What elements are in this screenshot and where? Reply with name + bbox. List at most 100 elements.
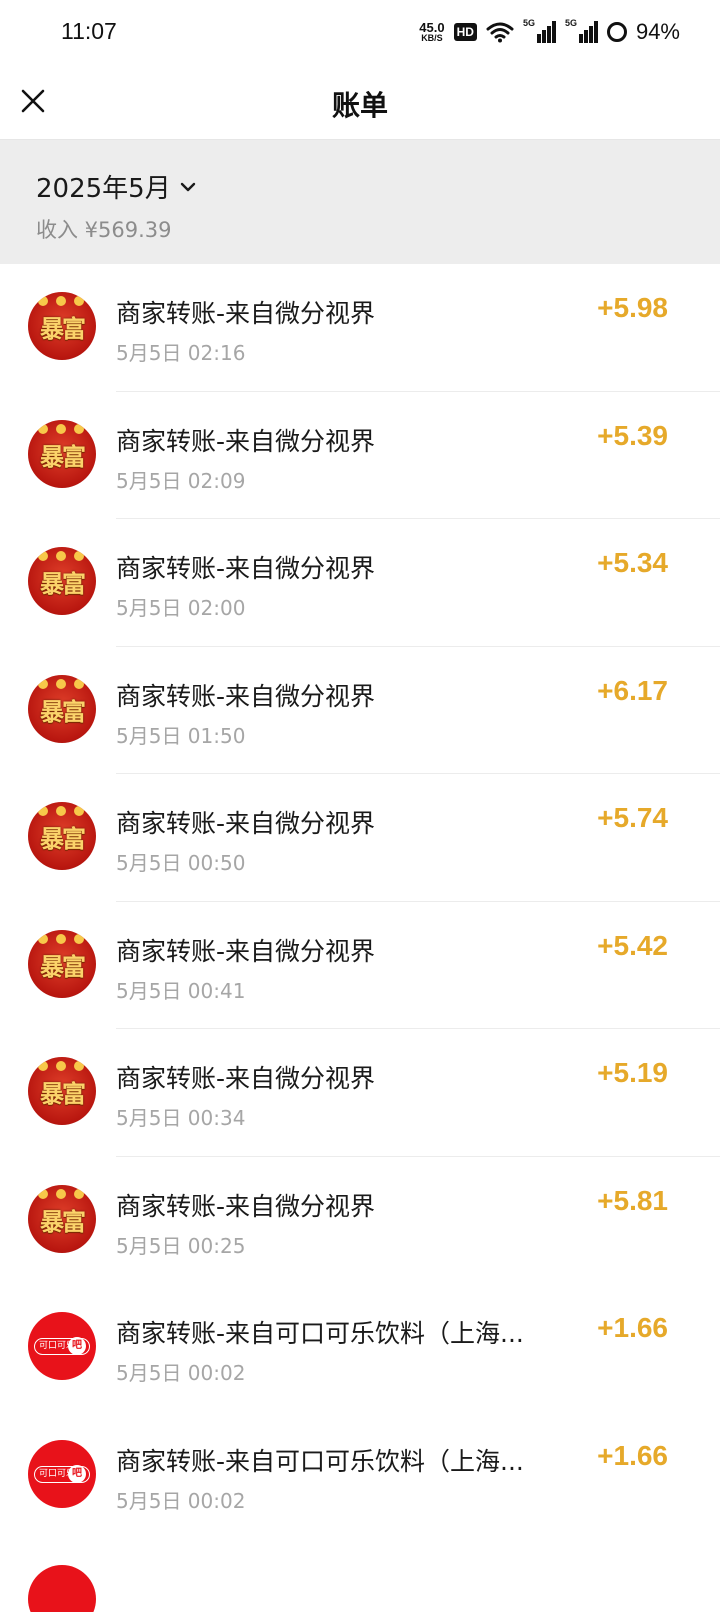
transaction-time: 5月5日 00:50 [116, 851, 246, 875]
transaction-title: 商家转账-来自微分视界 [116, 426, 376, 456]
transaction-title: 商家转账-来自可口可乐饮料（上海... [116, 1446, 524, 1476]
lantern-dot [56, 1061, 66, 1071]
fortune-avatar: 暴富 [28, 1184, 96, 1253]
status-icons: 45.0 KB/S HD 5G 5G 94% [419, 17, 680, 47]
transaction-row[interactable]: 暴富 商家转账-来自微分视界 5月5日 02:00 +5.34 [0, 519, 720, 647]
transaction-amount: +5.98 [597, 292, 668, 323]
transaction-time: 5月5日 00:34 [116, 1106, 246, 1130]
lantern-dot [56, 933, 66, 944]
battery-percent: 94% [635, 19, 680, 44]
lantern-dot [74, 806, 84, 816]
lantern-dot [74, 1061, 84, 1071]
avatar-text: 暴富 [40, 951, 86, 981]
transaction-title: 商家转账-来自可口可乐饮料（上海... [116, 1319, 524, 1348]
avatar-text: 可口可乐吧 [34, 1464, 90, 1483]
transaction-row[interactable]: 可口可乐吧 商家转账-来自可口可乐饮料（上海... 5月5日 00:02 +1.66 [0, 1284, 720, 1412]
status-bar: 11:07 45.0 KB/S HD 5G 5G 94% [0, 0, 720, 64]
lantern-dot [38, 1061, 48, 1071]
fortune-avatar: 暴富 [28, 292, 96, 360]
transaction-row[interactable]: 暴富 商家转账-来自微分视界 5月5日 00:34 +5.19 [0, 1029, 720, 1157]
transaction-title: 商家转账-来自微分视界 [116, 299, 376, 328]
lantern-dot [38, 296, 48, 306]
transaction-title: 商家转账-来自微分视界 [116, 936, 376, 966]
lantern-dot [56, 678, 66, 689]
transaction-time: 5月5日 02:00 [116, 596, 246, 620]
transaction-amount: +5.34 [597, 547, 668, 578]
transaction-row[interactable]: 暴富 商家转账-来自微分视界 5月5日 02:16 +5.98 [0, 264, 720, 392]
wifi-icon [486, 22, 514, 43]
battery-icon [606, 22, 627, 42]
fortune-avatar: 暴富 [28, 929, 96, 998]
lantern-dot [38, 1188, 48, 1199]
transaction-row[interactable]: 暴富 商家转账-来自微分视界 5月5日 00:41 +5.42 [0, 902, 720, 1029]
avatar-text: 暴富 [40, 569, 86, 598]
lantern-dot [38, 806, 48, 816]
transaction-amount: +1.66 [597, 1312, 668, 1343]
avatar-text: 暴富 [40, 314, 86, 343]
fortune-avatar: 暴富 [28, 1057, 96, 1125]
lantern-dot [56, 1188, 66, 1199]
transaction-title: 商家转账-来自微分视界 [116, 681, 376, 711]
sim2-label: 5G [564, 18, 577, 28]
transaction-amount: +6.17 [597, 674, 668, 706]
nav-bar: 账单 [0, 64, 720, 140]
signal-icon: 5G [522, 18, 556, 43]
transaction-amount: +5.19 [597, 1057, 668, 1088]
transaction-title: 商家转账-来自微分视界 [116, 554, 376, 583]
transaction-row[interactable]: 暴富 商家转账-来自微分视界 5月5日 00:25 +5.81 [0, 1157, 720, 1285]
avatar-text: 暴富 [40, 1206, 86, 1236]
transaction-amount: +5.81 [597, 1184, 668, 1216]
status-time: 11:07 [61, 18, 117, 44]
transaction-row[interactable]: 可口可乐吧 商家转账-来自可口可乐饮料（上海... 5月5日 00:02 +1.66 [0, 1412, 720, 1540]
chevron-down-icon [180, 182, 195, 191]
lantern-dot [74, 1188, 84, 1199]
sim1-label: 5G [522, 18, 535, 28]
transaction-title: 商家转账-来自微分视界 [116, 1064, 376, 1093]
avatar-text: 暴富 [40, 441, 86, 471]
hd-icon: HD [453, 23, 477, 41]
transaction-row[interactable]: 暴富 商家转账-来自微分视界 5月5日 00:50 +5.74 [0, 774, 720, 902]
transaction-list: 暴富 商家转账-来自微分视界 5月5日 02:16 +5.98 暴富 商家转账-来自微分视… [0, 264, 720, 1539]
coke-avatar: 可口可乐吧 [28, 1439, 96, 1508]
lantern-dot [38, 423, 48, 434]
lantern-dot [56, 423, 66, 434]
avatar-badge: 吧 [68, 1337, 86, 1355]
avatar-text: 暴富 [40, 824, 86, 853]
coke-avatar: 可口可乐吧 [28, 1312, 96, 1380]
transaction-time: 5月5日 01:50 [116, 723, 246, 748]
fortune-avatar: 暴富 [28, 674, 96, 743]
net-speed-unit: KB/S [421, 33, 443, 43]
transaction-title: 商家转账-来自微分视界 [116, 809, 376, 838]
transaction-amount: +5.74 [597, 802, 668, 833]
month-picker[interactable]: 2025年5月 [36, 168, 197, 205]
month-summary: 2025年5月 收入 ¥569.39 [0, 140, 720, 264]
lantern-dot [56, 806, 66, 816]
avatar-text: 暴富 [40, 1079, 86, 1108]
transaction-time: 5月5日 02:16 [116, 341, 246, 365]
net-speed: 45.0 KB/S [419, 21, 444, 43]
transaction-title: 商家转账-来自微分视界 [116, 1191, 376, 1221]
transaction-row[interactable]: 暴富 商家转账-来自微分视界 5月5日 02:09 +5.39 [0, 392, 720, 519]
lantern-dot [38, 933, 48, 944]
transaction-time: 5月5日 00:41 [116, 978, 246, 1003]
transaction-time: 5月5日 00:02 [116, 1488, 246, 1513]
lantern-dot [74, 423, 84, 434]
fortune-avatar: 暴富 [28, 419, 96, 488]
lantern-dot [38, 551, 48, 561]
transaction-row[interactable]: 暴富 商家转账-来自微分视界 5月5日 01:50 +6.17 [0, 647, 720, 774]
transaction-amount: +5.39 [597, 419, 668, 451]
avatar-text: 暴富 [40, 696, 86, 726]
fortune-avatar: 暴富 [28, 802, 96, 870]
lantern-dot [38, 678, 48, 689]
page-title: 账单 [331, 89, 388, 122]
signal-icon: 5G [564, 18, 598, 43]
lantern-dot [74, 933, 84, 944]
transaction-amount: +1.66 [597, 1439, 668, 1471]
fortune-avatar: 暴富 [28, 547, 96, 615]
lantern-dot [56, 296, 66, 306]
lantern-dot [74, 296, 84, 306]
transaction-time: 5月5日 02:09 [116, 468, 246, 493]
lantern-dot [74, 551, 84, 561]
transaction-time: 5月5日 00:02 [116, 1361, 246, 1385]
transaction-amount: +5.42 [597, 929, 668, 961]
